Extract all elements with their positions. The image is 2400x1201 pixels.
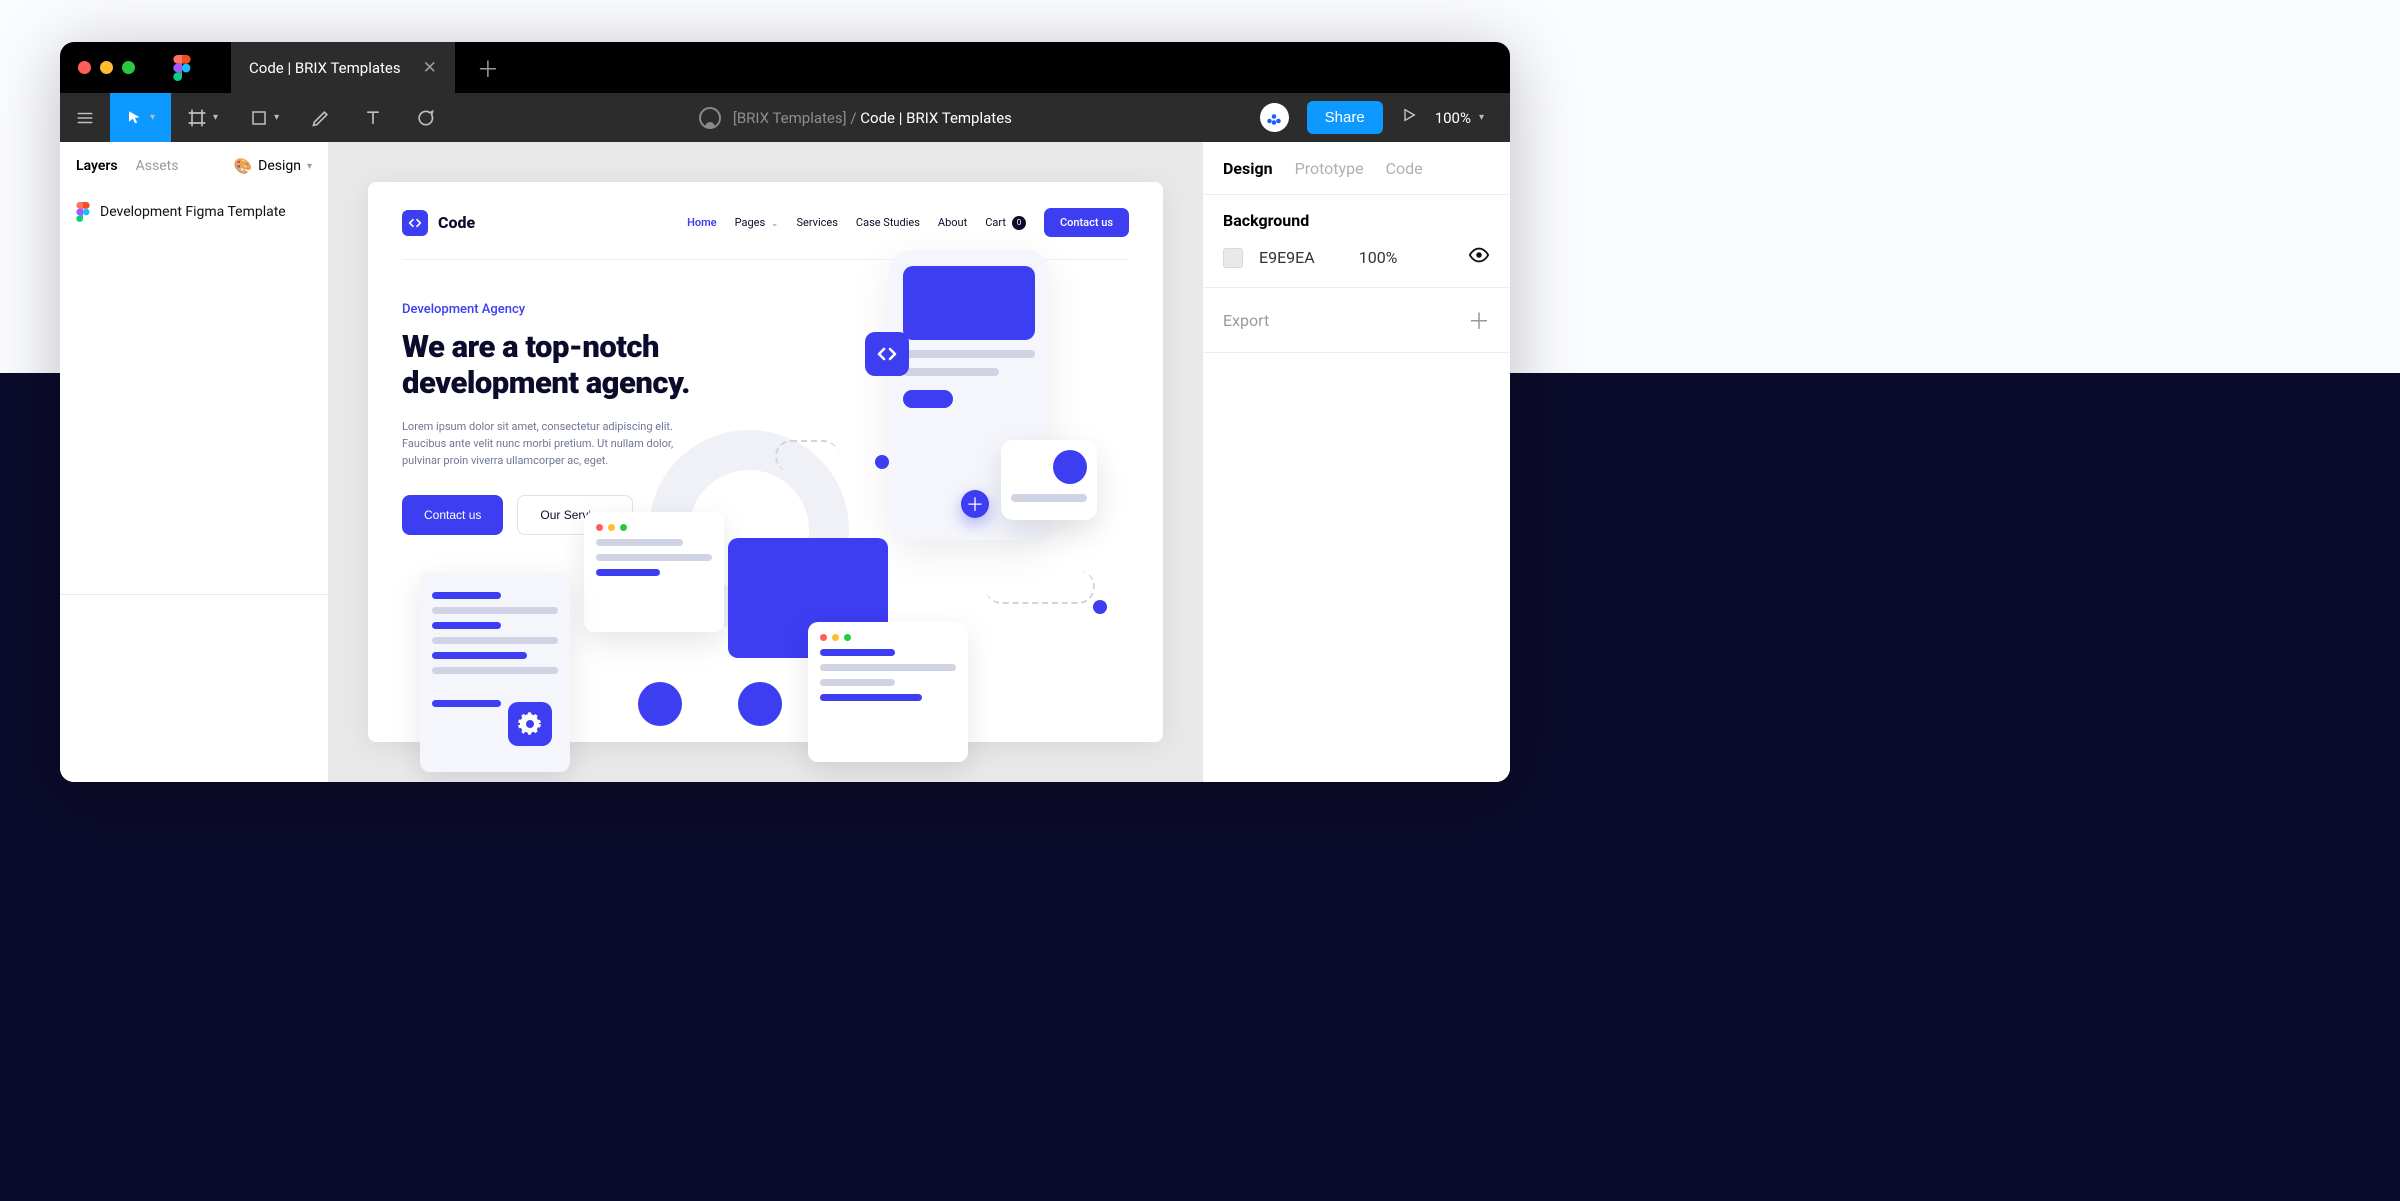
brand: Code xyxy=(402,210,475,236)
toolbar-center: [BRIX Templates] / Code | BRIX Templates xyxy=(451,107,1260,129)
tab-design[interactable]: Design xyxy=(1223,159,1273,178)
brand-name: Code xyxy=(438,213,475,232)
shape-tool[interactable]: ▾ xyxy=(234,93,295,142)
hero-body: Lorem ipsum dolor sit amet, consectetur … xyxy=(402,418,702,469)
design-panel: Design Prototype Code Background E9E9EA … xyxy=(1203,142,1510,782)
background-heading: Background xyxy=(1223,211,1490,230)
figma-window: Code | BRIX Templates ✕ ＋ ▾ ▾ xyxy=(60,42,1510,782)
tab-prototype[interactable]: Prototype xyxy=(1295,159,1364,178)
phone-mock-icon xyxy=(889,250,1049,540)
window-tabbar: Code | BRIX Templates ✕ ＋ xyxy=(60,42,1510,93)
left-panel-tabs: Layers Assets 🎨 Design ▾ xyxy=(60,142,328,190)
page-name: Design xyxy=(258,158,301,174)
tab-title: Code | BRIX Templates xyxy=(249,59,401,77)
layer-name: Development Figma Template xyxy=(100,204,286,220)
artboard[interactable]: Code Home Pages ⌄ Services Case Studies … xyxy=(368,182,1163,742)
text-tool[interactable] xyxy=(347,93,399,142)
right-panel-tabs: Design Prototype Code xyxy=(1203,142,1510,195)
toolbar-right: Share 100% ▾ xyxy=(1260,93,1510,142)
chevron-down-icon: ⌄ xyxy=(771,219,779,229)
breadcrumb-team: [BRIX Templates] xyxy=(733,109,847,127)
main-menu-button[interactable] xyxy=(60,93,110,142)
mini-window-icon xyxy=(584,512,724,632)
chevron-down-icon: ▾ xyxy=(307,161,312,172)
layer-item[interactable]: Development Figma Template xyxy=(60,190,328,234)
add-fab-icon: ＋ xyxy=(961,490,989,518)
bg-color-swatch[interactable] xyxy=(1223,248,1243,268)
palette-icon: 🎨 xyxy=(233,157,252,175)
chevron-down-icon: ▾ xyxy=(274,112,279,123)
chevron-down-icon: ▾ xyxy=(150,112,155,123)
toolbar-left: ▾ ▾ ▾ xyxy=(60,93,451,142)
cart-count-badge: 0 xyxy=(1012,216,1026,230)
zoom-value: 100% xyxy=(1435,109,1471,127)
canvas[interactable]: Code Home Pages ⌄ Services Case Studies … xyxy=(328,142,1203,782)
chevron-down-icon: ▾ xyxy=(1479,112,1484,123)
background-section: Background E9E9EA 100% xyxy=(1203,195,1510,288)
bg-hex[interactable]: E9E9EA xyxy=(1259,248,1315,267)
nav-cart[interactable]: Cart 0 xyxy=(985,216,1026,230)
nav-case-studies[interactable]: Case Studies xyxy=(856,216,920,229)
hero-headline: We are a top-notch development agency. xyxy=(402,329,780,400)
breadcrumb-sep: / xyxy=(850,109,856,127)
tab-code[interactable]: Code xyxy=(1386,159,1423,178)
dashed-line-icon xyxy=(775,440,839,472)
tab-current-file[interactable]: Code | BRIX Templates ✕ xyxy=(231,42,455,93)
chevron-down-icon: ▾ xyxy=(213,112,218,123)
breadcrumb-file: Code | BRIX Templates xyxy=(860,109,1012,127)
window-controls xyxy=(78,61,135,74)
team-avatar-icon[interactable] xyxy=(699,107,721,129)
add-export-icon[interactable]: ＋ xyxy=(1468,304,1490,336)
tab-assets[interactable]: Assets xyxy=(136,158,179,174)
hero-copy: Development Agency We are a top-notch de… xyxy=(402,302,780,535)
gear-tile-icon xyxy=(508,702,552,746)
minimize-window-icon[interactable] xyxy=(100,61,113,74)
user-avatar[interactable] xyxy=(1260,103,1289,132)
zoom-dropdown[interactable]: 100% ▾ xyxy=(1435,109,1484,127)
export-section: Export ＋ xyxy=(1203,288,1510,353)
comment-tool[interactable] xyxy=(399,93,451,142)
user-card-icon xyxy=(1001,440,1097,520)
close-tab-icon[interactable]: ✕ xyxy=(423,58,437,78)
export-heading: Export xyxy=(1223,311,1269,330)
primary-nav: Home Pages ⌄ Services Case Studies About… xyxy=(687,208,1129,237)
main-toolbar: ▾ ▾ ▾ xyxy=(60,93,1510,142)
tab-layers[interactable]: Layers xyxy=(76,158,118,174)
new-tab-button[interactable]: ＋ xyxy=(465,42,511,93)
nav-home[interactable]: Home xyxy=(687,216,717,229)
layers-panel: Layers Assets 🎨 Design ▾ xyxy=(60,142,328,782)
hero-eyebrow: Development Agency xyxy=(402,302,780,317)
circle-icon xyxy=(738,682,782,726)
maximize-window-icon[interactable] xyxy=(122,61,135,74)
dot-icon xyxy=(875,455,889,469)
hero: Development Agency We are a top-notch de… xyxy=(402,260,1129,535)
mini-window-icon xyxy=(808,622,968,762)
editor-body: Layers Assets 🎨 Design ▾ xyxy=(60,142,1510,782)
panel-divider xyxy=(60,594,328,595)
site-header: Code Home Pages ⌄ Services Case Studies … xyxy=(402,208,1129,260)
bg-opacity[interactable]: 100% xyxy=(1359,248,1398,267)
nav-contact-button[interactable]: Contact us xyxy=(1044,208,1129,237)
figma-logo-icon xyxy=(173,55,191,81)
page-dropdown[interactable]: 🎨 Design ▾ xyxy=(233,157,312,175)
close-window-icon[interactable] xyxy=(78,61,91,74)
breadcrumb[interactable]: [BRIX Templates] / Code | BRIX Templates xyxy=(733,109,1012,127)
share-button[interactable]: Share xyxy=(1307,101,1383,134)
move-tool[interactable]: ▾ xyxy=(110,93,171,142)
code-badge-icon xyxy=(865,332,909,376)
nav-pages[interactable]: Pages ⌄ xyxy=(735,216,779,229)
present-button[interactable] xyxy=(1401,107,1417,128)
illustration-cluster xyxy=(408,522,1143,782)
circle-icon xyxy=(638,682,682,726)
nav-services[interactable]: Services xyxy=(796,216,837,229)
visibility-toggle-icon[interactable] xyxy=(1468,244,1490,271)
pen-tool[interactable] xyxy=(295,93,347,142)
nav-about[interactable]: About xyxy=(938,216,967,229)
frame-tool[interactable]: ▾ xyxy=(171,93,234,142)
brand-logo-icon xyxy=(402,210,428,236)
frame-icon xyxy=(76,202,90,222)
